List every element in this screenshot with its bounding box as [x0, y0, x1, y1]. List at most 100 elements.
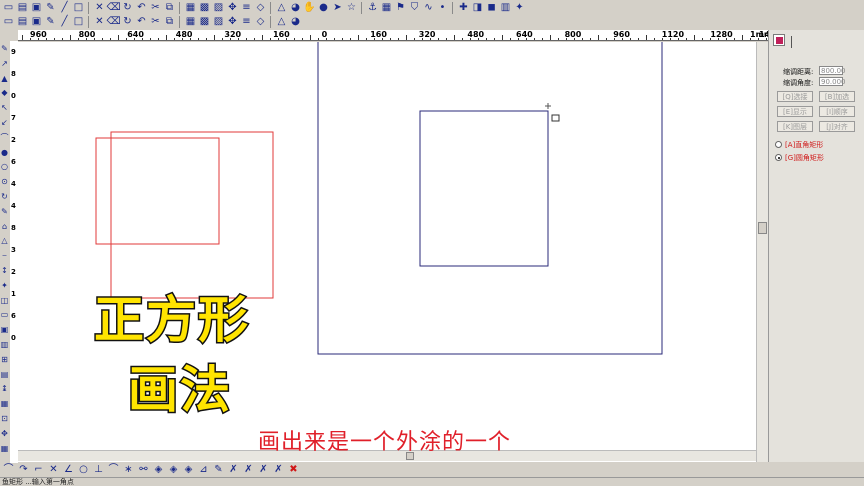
- pin-icon[interactable]: ✗: [227, 464, 240, 476]
- corner-icon[interactable]: ▣: [30, 16, 43, 28]
- rounded-rect-icon[interactable]: ✕: [93, 16, 106, 28]
- align-button[interactable]: [J]对齐: [819, 121, 855, 132]
- dot-icon[interactable]: ∗: [122, 464, 135, 476]
- left-tool-icon[interactable]: ⎯: [0, 251, 9, 260]
- left-tool-icon[interactable]: ↕: [0, 266, 9, 275]
- red-square-small[interactable]: [95, 137, 220, 245]
- left-tool-icon[interactable]: ✎: [0, 44, 9, 53]
- paste-icon[interactable]: ▦: [184, 2, 197, 14]
- star-icon[interactable]: ☆: [345, 2, 358, 14]
- new-file-icon[interactable]: ▭: [2, 2, 15, 14]
- left-tool-icon[interactable]: ⌒: [0, 133, 9, 142]
- left-tool-icon[interactable]: ◆: [0, 88, 9, 97]
- ellipse-icon[interactable]: □: [72, 16, 85, 28]
- line-icon[interactable]: ╱: [58, 2, 71, 14]
- close-icon[interactable]: ✖: [287, 464, 300, 476]
- vertical-scrollbar[interactable]: [756, 42, 768, 462]
- pin-icon[interactable]: ✗: [257, 464, 270, 476]
- angle-icon[interactable]: ∠: [62, 464, 75, 476]
- left-tool-icon[interactable]: ↙: [0, 118, 9, 127]
- ungroup-icon[interactable]: ▨: [212, 2, 225, 14]
- grid-icon[interactable]: ▦: [380, 2, 393, 14]
- polygon-icon[interactable]: ╱: [58, 16, 71, 28]
- vertical-scroll-thumb[interactable]: [758, 222, 767, 234]
- left-tool-icon[interactable]: ⌂: [0, 222, 9, 231]
- align-icon[interactable]: ≡: [240, 2, 253, 14]
- mirror-icon[interactable]: ↻: [121, 16, 134, 28]
- extend-icon[interactable]: ▦: [184, 16, 197, 28]
- line-icon[interactable]: ⌐: [32, 464, 45, 476]
- right-angle-rect-radio[interactable]: [775, 141, 782, 148]
- left-tool-icon[interactable]: ▥: [0, 340, 9, 349]
- pentagon-icon[interactable]: ✎: [44, 16, 57, 28]
- delete-icon[interactable]: ⌫: [106, 2, 120, 14]
- rounded-rect-radio[interactable]: [775, 154, 782, 161]
- perpendicular-icon[interactable]: ⊥: [92, 464, 105, 476]
- shape-icon[interactable]: ◇: [254, 2, 267, 14]
- curve-icon[interactable]: ▭: [2, 16, 15, 28]
- hatch-icon[interactable]: ◕: [289, 16, 302, 28]
- red-square-large[interactable]: [110, 131, 274, 299]
- node-edit-icon[interactable]: ⌒: [2, 464, 15, 476]
- blue-frame-outer[interactable]: [317, 42, 663, 355]
- left-tool-icon[interactable]: ▲: [0, 74, 9, 83]
- select-button[interactable]: [Q]选接: [777, 91, 813, 102]
- flag-icon[interactable]: ⚑: [394, 2, 407, 14]
- layer-button[interactable]: [K]图层: [777, 121, 813, 132]
- bulb-icon[interactable]: ●: [317, 2, 330, 14]
- copy-icon[interactable]: ⧉: [163, 2, 176, 14]
- left-tool-icon[interactable]: △: [0, 236, 9, 245]
- panel-tab[interactable]: [773, 34, 785, 46]
- left-tool-icon[interactable]: ▤: [0, 370, 9, 379]
- save-icon[interactable]: ▣: [30, 2, 43, 14]
- left-tool-icon[interactable]: ◫: [0, 296, 9, 305]
- pen-icon[interactable]: ✎: [44, 2, 57, 14]
- bucket-icon[interactable]: ◕: [289, 2, 302, 14]
- left-tool-icon[interactable]: ▦: [0, 399, 9, 408]
- arrow-icon[interactable]: ➤: [331, 2, 344, 14]
- rect-icon[interactable]: □: [72, 2, 85, 14]
- link-icon[interactable]: ⚯: [137, 464, 150, 476]
- fill-icon[interactable]: △: [275, 16, 288, 28]
- anchor-icon[interactable]: ⚓: [366, 2, 379, 14]
- offset-angle-field[interactable]: 90.000: [819, 77, 846, 86]
- measure-icon[interactable]: ⊿: [197, 464, 210, 476]
- chart-icon[interactable]: ▥: [499, 2, 512, 14]
- brush-icon[interactable]: ✎: [212, 464, 225, 476]
- cube-icon[interactable]: ◼: [485, 2, 498, 14]
- wave-icon[interactable]: ∿: [422, 2, 435, 14]
- diamond-icon[interactable]: ◈: [182, 464, 195, 476]
- tool-icon[interactable]: ✦: [513, 2, 526, 14]
- pin-icon[interactable]: ✗: [272, 464, 285, 476]
- left-tool-icon[interactable]: ○: [0, 162, 9, 171]
- shield-icon[interactable]: ⛉: [408, 2, 421, 14]
- add-select-button[interactable]: [B]加选: [819, 91, 855, 102]
- display-button[interactable]: [E]显示: [777, 106, 813, 117]
- scissors-icon[interactable]: ✂: [149, 2, 162, 14]
- rotate-icon[interactable]: ↶: [135, 16, 148, 28]
- offset-icon[interactable]: ▩: [198, 16, 211, 28]
- order-button[interactable]: [I]顺序: [819, 106, 855, 117]
- trim-icon[interactable]: ⧉: [163, 16, 176, 28]
- curve-edit-icon[interactable]: ↷: [17, 464, 30, 476]
- cross-icon[interactable]: ✕: [47, 464, 60, 476]
- undo-icon[interactable]: ↶: [135, 2, 148, 14]
- move-icon[interactable]: ✥: [226, 2, 239, 14]
- left-tool-icon[interactable]: ⊡: [0, 414, 9, 423]
- blue-square[interactable]: [419, 110, 549, 267]
- arc-icon[interactable]: ⌒: [107, 464, 120, 476]
- layer-icon[interactable]: ◨: [471, 2, 484, 14]
- left-tool-icon[interactable]: ↻: [0, 192, 9, 201]
- left-tool-icon[interactable]: ✥: [0, 429, 9, 438]
- left-tool-icon[interactable]: ↗: [0, 59, 9, 68]
- left-tool-icon[interactable]: ✦: [0, 281, 9, 290]
- left-tool-icon[interactable]: ●: [0, 148, 9, 157]
- refresh-icon[interactable]: ↻: [121, 2, 134, 14]
- cross-icon[interactable]: ✕: [93, 2, 106, 14]
- left-tool-icon[interactable]: ▭: [0, 310, 9, 319]
- left-tool-icon[interactable]: ⊞: [0, 355, 9, 364]
- triangle-icon[interactable]: △: [275, 2, 288, 14]
- left-tool-icon[interactable]: ⊙: [0, 177, 9, 186]
- mark-icon[interactable]: ◇: [254, 16, 267, 28]
- left-tool-icon[interactable]: ↨: [0, 384, 9, 393]
